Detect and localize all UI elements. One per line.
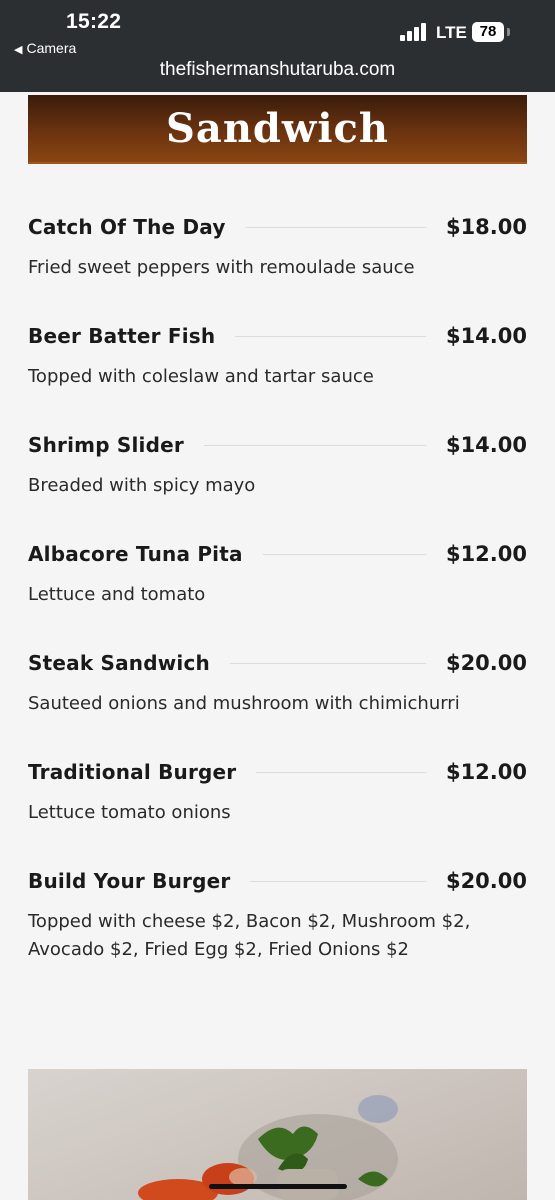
item-name: Catch Of The Day [28, 215, 226, 239]
item-description: Topped with coleslaw and tartar sauce [28, 366, 374, 387]
item-price: $18.00 [445, 215, 527, 239]
food-photo-illustration [138, 1095, 398, 1200]
divider-line [262, 553, 426, 555]
back-label: Camera [26, 40, 77, 56]
item-name: Shrimp Slider [28, 433, 184, 457]
divider-line [256, 771, 426, 773]
item-description: Breaded with spicy mayo [28, 475, 256, 496]
divider-line [250, 880, 426, 882]
menu-item: Steak Sandwich $20.00 Sauteed onions and… [28, 649, 527, 718]
item-price: $20.00 [445, 869, 527, 893]
item-price: $20.00 [445, 651, 527, 675]
battery-tip [507, 28, 510, 36]
network-type: LTE [436, 23, 467, 42]
menu-item: Catch Of The Day $18.00 Fried sweet pepp… [28, 213, 527, 282]
back-to-app-button[interactable]: ◀ Camera [14, 40, 76, 56]
status-time: 15:22 [66, 10, 122, 33]
item-description: Lettuce and tomato [28, 584, 206, 605]
back-arrow-icon: ◀ [14, 44, 23, 56]
home-indicator[interactable] [209, 1184, 347, 1189]
item-description: Fried sweet peppers with remoulade sauce [28, 257, 415, 278]
item-name: Albacore Tuna Pita [28, 542, 243, 566]
item-name: Steak Sandwich [28, 651, 210, 675]
divider-line [235, 335, 426, 337]
menu-item: Build Your Burger $20.00 Topped with che… [28, 867, 527, 964]
menu-item: Shrimp Slider $14.00 Breaded with spicy … [28, 431, 527, 500]
item-description: Lettuce tomato onions [28, 802, 231, 823]
food-photo [28, 1069, 527, 1200]
item-name: Build Your Burger [28, 869, 231, 893]
signal-icon [400, 23, 430, 41]
divider-line [229, 662, 426, 664]
section-title: Sandwich [166, 105, 389, 152]
item-price: $14.00 [445, 433, 527, 457]
menu-item: Albacore Tuna Pita $12.00 Lettuce and to… [28, 540, 527, 609]
item-price: $12.00 [445, 542, 527, 566]
status-bar: 15:22 ◀ Camera LTE 78 thefishermanshutaru… [0, 0, 555, 92]
item-price: $12.00 [445, 760, 527, 784]
battery-icon: 78 [472, 22, 504, 42]
section-header: Sandwich [28, 95, 527, 164]
item-description: Sauteed onions and mushroom with chimich… [28, 693, 460, 714]
item-description: Topped with cheese $2, Bacon $2, Mushroo… [28, 911, 471, 960]
divider-line [245, 226, 426, 228]
item-name: Traditional Burger [28, 760, 237, 784]
item-name: Beer Batter Fish [28, 324, 216, 348]
menu-item: Traditional Burger $12.00 Lettuce tomato… [28, 758, 527, 827]
divider-line [203, 444, 426, 446]
item-price: $14.00 [445, 324, 527, 348]
menu-item: Beer Batter Fish $14.00 Topped with cole… [28, 322, 527, 391]
address-bar[interactable]: thefishermanshutaruba.com [0, 59, 555, 81]
